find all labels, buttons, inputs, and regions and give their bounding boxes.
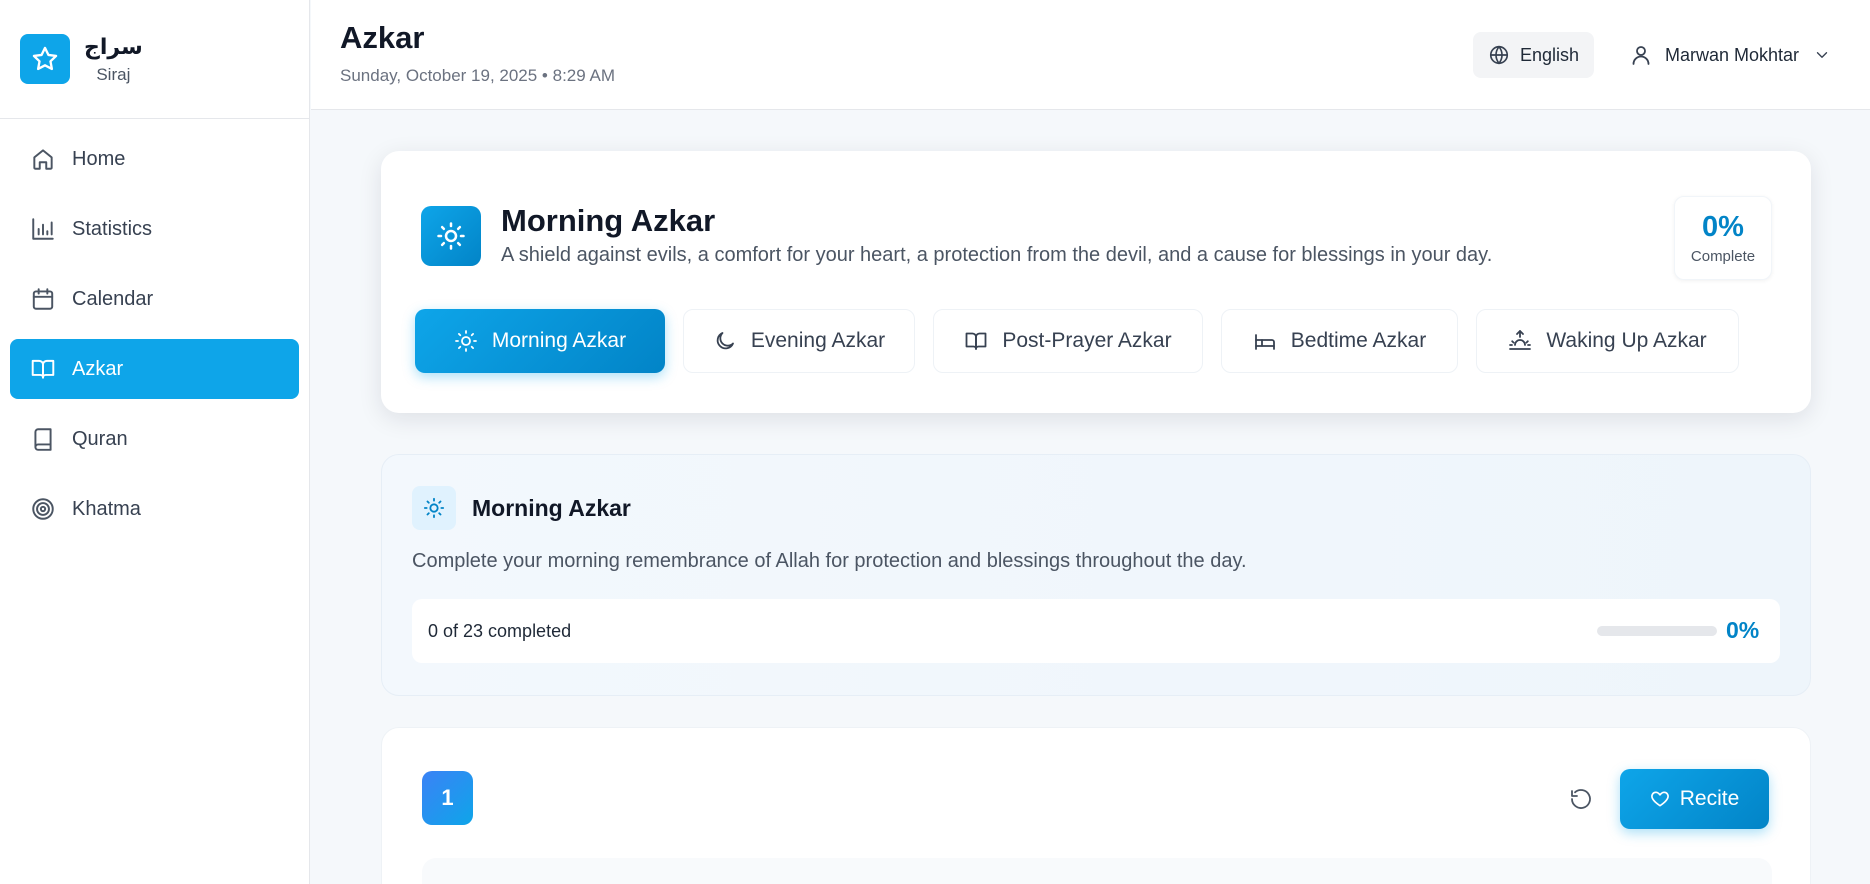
user-name: Marwan Mokhtar <box>1665 44 1800 65</box>
sidebar-item-khatma[interactable]: Khatma <box>10 479 299 539</box>
page-datetime: Sunday, October 19, 2025 • 8:29 AM <box>340 66 615 85</box>
progress-count: 0 of 23 completed <box>428 621 572 641</box>
user-menu-button[interactable]: Marwan Mokhtar <box>1629 32 1831 78</box>
sidebar-item-label: Home <box>72 147 126 170</box>
progress-card: Morning Azkar Complete your morning reme… <box>381 454 1811 696</box>
sun-icon <box>412 486 456 530</box>
brand-name: Siraj <box>96 65 131 84</box>
top-header: Azkar Sunday, October 19, 2025 • 8:29 AM… <box>311 0 1870 110</box>
sidebar-nav: Home Statistics Calendar Azkar Quran Kha… <box>0 119 309 559</box>
calendar-icon <box>32 288 54 310</box>
completion-percent: 0% <box>1702 211 1744 243</box>
tab-label: Post-Prayer Azkar <box>1002 329 1172 352</box>
language-button[interactable]: English <box>1473 32 1594 78</box>
bar-chart-icon <box>32 218 54 240</box>
sidebar-item-label: Quran <box>72 427 128 450</box>
tab-label: Morning Azkar <box>491 329 627 352</box>
tab-label: Evening Azkar <box>750 329 886 352</box>
recite-button[interactable]: Recite <box>1620 769 1769 829</box>
open-book-icon <box>31 359 55 379</box>
open-book-icon <box>965 332 987 350</box>
section-title: Morning Azkar <box>472 495 631 521</box>
brand[interactable]: سراج Siraj <box>0 0 309 119</box>
home-icon <box>33 149 53 170</box>
sidebar-item-quran[interactable]: Quran <box>10 409 299 469</box>
sidebar-item-azkar[interactable]: Azkar <box>10 339 299 399</box>
brand-name-arabic: سراج <box>84 35 143 60</box>
sidebar-item-label: Calendar <box>72 287 154 310</box>
category-title: Morning Azkar <box>501 203 716 238</box>
star-icon <box>20 34 70 84</box>
sidebar-item-calendar[interactable]: Calendar <box>10 269 299 329</box>
sidebar-item-statistics[interactable]: Statistics <box>10 199 299 259</box>
completion-label: Complete <box>1690 248 1756 265</box>
azkar-category-card: Morning Azkar A shield against evils, a … <box>381 151 1811 413</box>
sun-icon <box>454 330 477 352</box>
section-description: Complete your morning remembrance of All… <box>412 550 1247 572</box>
progress-row: 0 of 23 completed 0% <box>412 599 1780 663</box>
sidebar-item-home[interactable]: Home <box>10 129 299 189</box>
language-label: English <box>1519 44 1580 65</box>
sidebar-item-label: Statistics <box>72 217 153 240</box>
sidebar-item-label: Khatma <box>72 497 141 520</box>
zikr-text-area <box>422 858 1772 884</box>
zikr-card: 1 Recite <box>381 727 1811 884</box>
sunrise-icon <box>1509 330 1532 350</box>
user-icon <box>1632 46 1650 65</box>
sidebar-item-label: Azkar <box>72 357 124 380</box>
reset-icon[interactable] <box>1567 785 1595 813</box>
heart-icon <box>1650 791 1669 807</box>
globe-icon <box>1489 45 1509 65</box>
tab-label: Waking Up Azkar <box>1546 329 1707 352</box>
category-description: A shield against evils, a comfort for yo… <box>501 244 1493 266</box>
azkar-tabs: Morning Azkar Evening Azkar Post-Prayer … <box>415 309 1757 373</box>
tab-morning-azkar[interactable]: Morning Azkar <box>415 309 665 373</box>
chevron-down-icon <box>1816 52 1828 58</box>
zikr-number-badge: 1 <box>422 771 473 825</box>
progress-percent: 0% <box>1726 617 1760 643</box>
tab-post-prayer-azkar[interactable]: Post-Prayer Azkar <box>933 309 1203 373</box>
target-icon <box>32 498 54 520</box>
book-icon <box>34 428 52 451</box>
tab-bedtime-azkar[interactable]: Bedtime Azkar <box>1221 309 1458 373</box>
tab-evening-azkar[interactable]: Evening Azkar <box>683 309 915 373</box>
moon-icon <box>716 332 734 350</box>
page-title: Azkar <box>340 20 425 55</box>
recite-label: Recite <box>1679 787 1740 810</box>
bed-icon <box>1254 334 1275 350</box>
tab-label: Bedtime Azkar <box>1290 329 1427 352</box>
progress-bar <box>1597 626 1717 636</box>
tab-waking-up-azkar[interactable]: Waking Up Azkar <box>1476 309 1739 373</box>
sidebar: سراج Siraj Home Statistics Calendar Azka… <box>0 0 310 884</box>
sun-icon <box>421 206 481 266</box>
completion-box: 0% Complete <box>1674 196 1772 280</box>
